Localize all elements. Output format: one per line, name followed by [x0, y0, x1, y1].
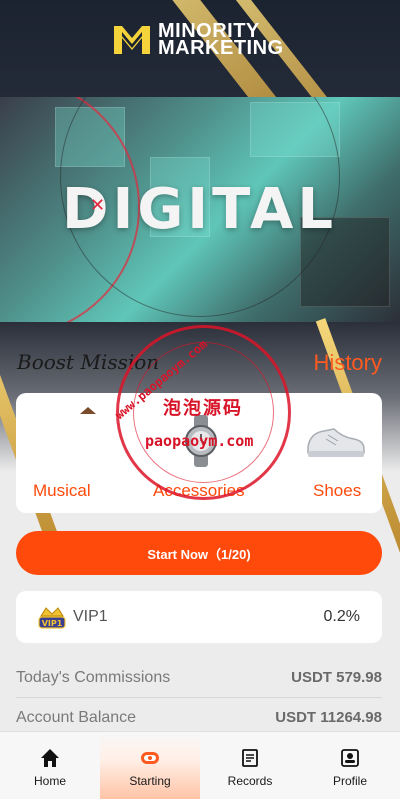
- vip-commission-rate: 0.2%: [323, 608, 360, 625]
- vip-badge-text: VIP1: [42, 619, 63, 628]
- logo-mark-icon: [114, 26, 150, 54]
- stat-value: USDT 579.98: [291, 669, 382, 686]
- category-label: Shoes: [313, 481, 362, 500]
- decor-stripe: [0, 50, 47, 100]
- home-icon: [41, 749, 59, 767]
- stat-label: Today's Commissions: [16, 669, 171, 686]
- category-label: Musical: [33, 481, 91, 500]
- records-icon: [242, 749, 258, 767]
- watermark-url: paopaoym.com: [145, 432, 254, 450]
- bottom-nav: Home Starting Records Profile: [0, 731, 400, 799]
- stat-row-commissions: Today's Commissions USDT 579.98: [16, 660, 382, 698]
- watermark-stamp: www.paopaoym.com 泡泡源码 paopaoym.com: [112, 325, 291, 500]
- nav-item-profile[interactable]: Profile: [300, 732, 400, 799]
- profile-icon: [341, 749, 359, 767]
- watermark-cn-text: 泡泡源码: [163, 398, 243, 419]
- vip-card: VIP1 VIP1 0.2%: [16, 591, 382, 643]
- music-product-icon: [80, 407, 96, 414]
- starting-icon: [141, 752, 159, 764]
- promo-banner[interactable]: DIGITAL ✕: [0, 97, 400, 322]
- logo-line-2: MARKETING: [158, 37, 284, 59]
- banner-x-mark: ✕: [90, 195, 106, 215]
- nav-item-home[interactable]: Home: [0, 732, 100, 799]
- nav-label: Profile: [332, 774, 367, 788]
- vip-badge-icon: VIP1: [38, 607, 66, 629]
- nav-label: Starting: [129, 774, 171, 788]
- nav-item-records[interactable]: Records: [200, 732, 300, 799]
- nav-label: Home: [33, 774, 66, 788]
- nav-item-starting[interactable]: Starting: [100, 732, 200, 799]
- brand-logo: MINORITY MARKETING: [112, 21, 284, 59]
- app-header: MINORITY MARKETING: [0, 0, 400, 100]
- vip-level-label: VIP1: [73, 608, 108, 625]
- sneaker-icon: [307, 428, 365, 457]
- history-link[interactable]: History: [314, 350, 382, 376]
- nav-label: Records: [227, 774, 273, 788]
- logo-text: MINORITY MARKETING: [158, 21, 284, 59]
- start-now-button[interactable]: Start Now（1/20): [16, 531, 382, 575]
- stat-value: USDT 11264.98: [275, 709, 382, 726]
- stat-label: Account Balance: [16, 709, 137, 726]
